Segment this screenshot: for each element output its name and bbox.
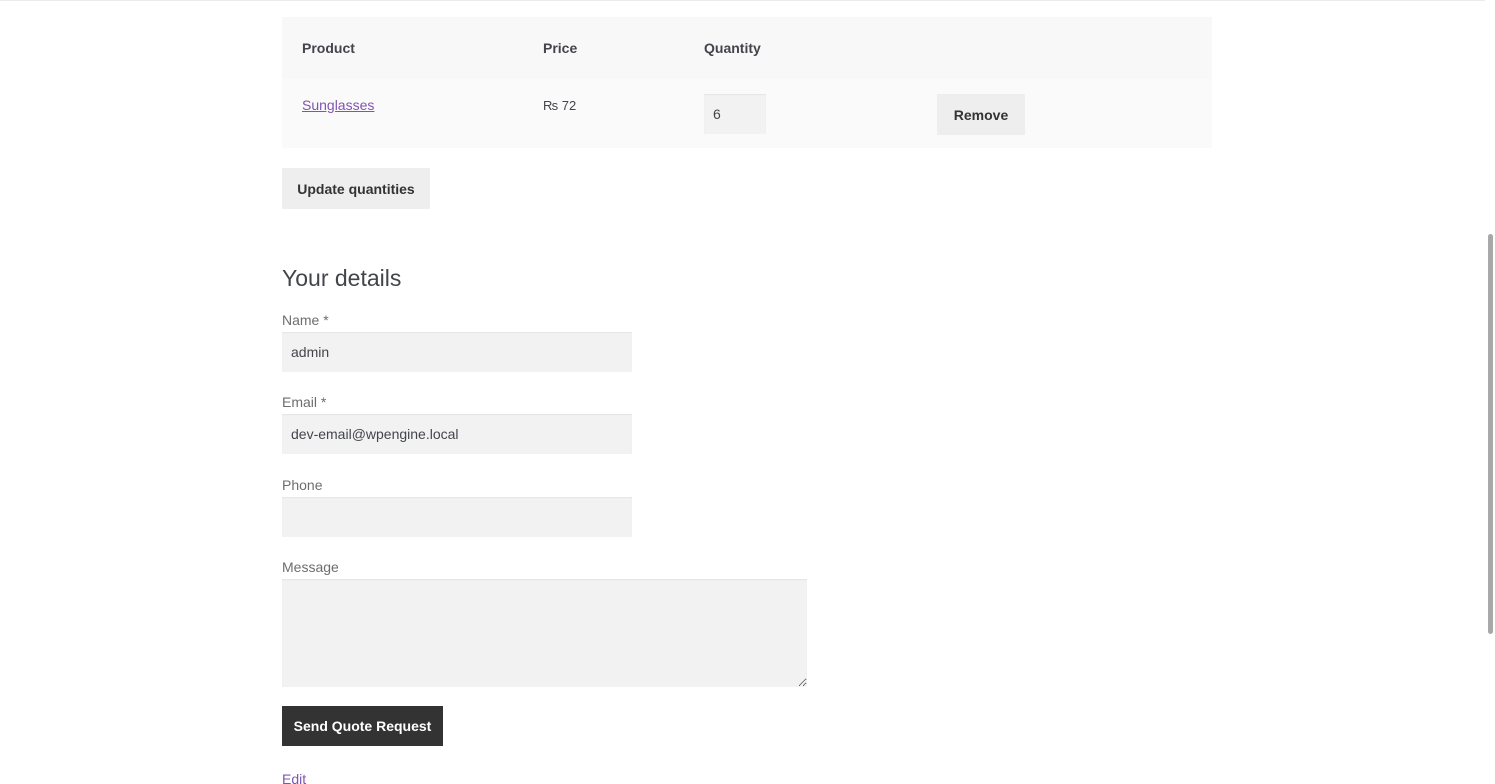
name-field[interactable] <box>282 332 632 372</box>
message-label: Message <box>282 559 339 575</box>
message-field[interactable] <box>282 579 807 687</box>
scrollbar[interactable] <box>1485 0 1495 784</box>
scrollbar-thumb[interactable] <box>1488 234 1493 634</box>
product-link-sunglasses[interactable]: Sunglasses <box>302 97 374 113</box>
email-label: Email * <box>282 394 327 410</box>
divider <box>0 0 1495 1</box>
product-price: ₨ 72 <box>543 98 577 113</box>
phone-label: Phone <box>282 477 323 493</box>
name-label: Name * <box>282 312 329 328</box>
cart-table: Product Price Quantity Sunglasses ₨ 72 R… <box>282 17 1212 148</box>
quote-request-page: Product Price Quantity Sunglasses ₨ 72 R… <box>0 0 1495 784</box>
quantity-input[interactable] <box>704 94 766 134</box>
edit-link[interactable]: Edit <box>282 771 306 784</box>
phone-field[interactable] <box>282 497 632 537</box>
email-field[interactable] <box>282 414 632 454</box>
send-quote-request-button[interactable]: Send Quote Request <box>282 706 443 746</box>
cart-table-header: Product Price Quantity <box>282 17 1212 79</box>
table-row: Sunglasses ₨ 72 Remove <box>282 79 1212 148</box>
column-header-product: Product <box>302 40 355 56</box>
column-header-quantity: Quantity <box>704 40 761 56</box>
remove-button[interactable]: Remove <box>937 94 1025 135</box>
section-title: Your details <box>282 265 402 291</box>
update-quantities-button[interactable]: Update quantities <box>282 168 430 209</box>
column-header-price: Price <box>543 40 578 56</box>
